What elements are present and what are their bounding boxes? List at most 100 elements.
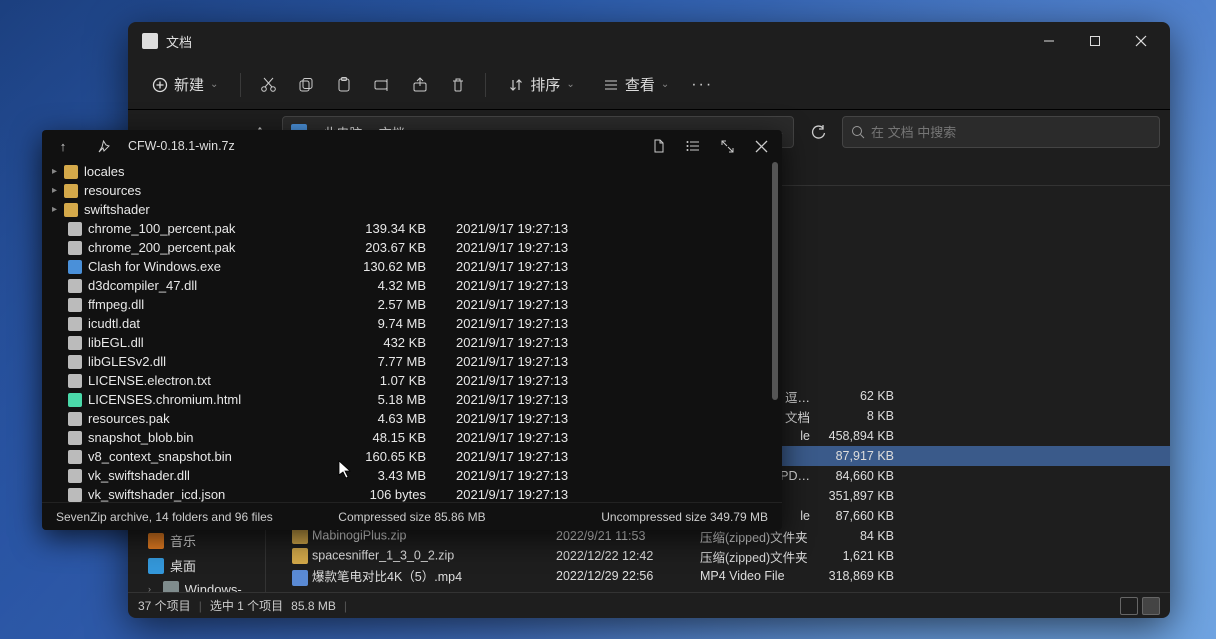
- folder-icon: [64, 203, 78, 217]
- titlebar[interactable]: 文档: [128, 22, 1170, 60]
- drive-icon: [163, 581, 179, 592]
- archive-file-row[interactable]: v8_context_snapshot.bin160.65 KB2021/9/1…: [42, 447, 782, 466]
- file-icon: [68, 260, 82, 274]
- maximize-button[interactable]: [1072, 22, 1118, 60]
- file-icon: [68, 222, 82, 236]
- file-icon: [652, 139, 666, 153]
- archive-file-row[interactable]: libGLESv2.dll7.77 MB2021/9/17 19:27:13: [42, 352, 782, 371]
- scrollbar-thumb[interactable]: [772, 162, 778, 400]
- search-icon: [851, 125, 865, 139]
- new-label: 新建: [174, 74, 204, 95]
- paste-button[interactable]: [327, 68, 361, 102]
- archive-file-row[interactable]: vk_swiftshader_icd.json106 bytes2021/9/1…: [42, 485, 782, 502]
- archive-file-row[interactable]: Clash for Windows.exe130.62 MB2021/9/17 …: [42, 257, 782, 276]
- scissors-icon: [260, 76, 277, 93]
- archive-file-row[interactable]: chrome_200_percent.pak203.67 KB2021/9/17…: [42, 238, 782, 257]
- share-button[interactable]: [403, 68, 437, 102]
- archive-footer: SevenZip archive, 14 folders and 96 file…: [42, 502, 782, 530]
- rename-button[interactable]: [365, 68, 399, 102]
- minimize-button[interactable]: [1026, 22, 1072, 60]
- refresh-icon: [811, 125, 826, 140]
- archive-file-row[interactable]: d3dcompiler_47.dll4.32 MB2021/9/17 19:27…: [42, 276, 782, 295]
- item-count: 37 个项目: [138, 597, 191, 614]
- close-button[interactable]: [746, 131, 776, 161]
- file-row[interactable]: 爆款笔电对比4K（5）.mp42022/12/29 22:56MP4 Video…: [266, 566, 1170, 586]
- fullscreen-button[interactable]: [712, 131, 742, 161]
- view-button[interactable]: 查看 ⌄: [591, 68, 681, 101]
- up-button[interactable]: ↑: [48, 131, 78, 161]
- refresh-button[interactable]: [802, 116, 834, 148]
- close-button[interactable]: [1118, 22, 1164, 60]
- nav-label: 音乐: [170, 531, 196, 550]
- new-file-button[interactable]: [644, 131, 674, 161]
- file-icon: [292, 548, 308, 564]
- documents-icon: [142, 33, 158, 49]
- expand-icon[interactable]: ▸: [52, 185, 64, 196]
- archive-file-row[interactable]: libEGL.dll432 KB2021/9/17 19:27:13: [42, 333, 782, 352]
- delete-button[interactable]: [441, 68, 475, 102]
- nav-music[interactable]: 音乐: [128, 528, 265, 553]
- separator: |: [344, 599, 347, 613]
- archive-file-row[interactable]: icudtl.dat9.74 MB2021/9/17 19:27:13: [42, 314, 782, 333]
- details-view-button[interactable]: [1120, 597, 1138, 615]
- separator: |: [199, 599, 202, 613]
- thumbnails-view-button[interactable]: [1142, 597, 1160, 615]
- search-box[interactable]: [842, 116, 1160, 148]
- status-bar: 37 个项目 | 选中 1 个项目 85.8 MB |: [128, 592, 1170, 618]
- archive-file-row[interactable]: vk_swiftshader.dll3.43 MB2021/9/17 19:27…: [42, 466, 782, 485]
- archive-folder-row[interactable]: ▸swiftshader: [42, 200, 782, 219]
- command-bar: 新建 ⌄ 排序 ⌄ 查看 ⌄ ···: [128, 60, 1170, 110]
- file-row[interactable]: spacesniffer_1_3_0_2.zip2022/12/22 12:42…: [266, 546, 1170, 566]
- archive-folder-row[interactable]: ▸locales: [42, 162, 782, 181]
- archive-summary: SevenZip archive, 14 folders and 96 file…: [56, 510, 293, 524]
- share-icon: [412, 77, 428, 93]
- archive-file-row[interactable]: snapshot_blob.bin48.15 KB2021/9/17 19:27…: [42, 428, 782, 447]
- archive-file-row[interactable]: resources.pak4.63 MB2021/9/17 19:27:13: [42, 409, 782, 428]
- file-icon: [68, 374, 82, 388]
- nav-label: Windows-SSD: [185, 582, 257, 593]
- archive-file-row[interactable]: LICENSE.electron.txt1.07 KB2021/9/17 19:…: [42, 371, 782, 390]
- list-button[interactable]: [678, 131, 708, 161]
- file-icon: [292, 528, 308, 544]
- search-input[interactable]: [871, 125, 1151, 140]
- sort-label: 排序: [530, 74, 560, 95]
- copy-icon: [298, 77, 314, 93]
- sort-button[interactable]: 排序 ⌄: [496, 68, 586, 101]
- rename-icon: [374, 77, 391, 93]
- archive-file-row[interactable]: LICENSES.chromium.html5.18 MB2021/9/17 1…: [42, 390, 782, 409]
- expand-icon[interactable]: ▸: [52, 204, 64, 215]
- close-icon: [755, 140, 768, 153]
- file-icon: [68, 431, 82, 445]
- cut-button[interactable]: [251, 68, 285, 102]
- separator: [485, 73, 486, 97]
- archive-title: CFW-0.18.1-win.7z: [128, 139, 235, 153]
- trash-icon: [450, 77, 466, 93]
- file-icon: [68, 469, 82, 483]
- file-icon: [68, 412, 82, 426]
- pin-button[interactable]: [88, 131, 118, 161]
- expand-icon[interactable]: ▸: [52, 166, 64, 177]
- archive-file-row[interactable]: chrome_100_percent.pak139.34 KB2021/9/17…: [42, 219, 782, 238]
- chevron-down-icon: ⌄: [661, 79, 669, 90]
- chevron-down-icon: ⌄: [210, 79, 218, 90]
- archive-titlebar[interactable]: ↑ CFW-0.18.1-win.7z: [42, 130, 782, 162]
- list-icon: [686, 139, 700, 153]
- more-button[interactable]: ···: [685, 68, 719, 102]
- scrollbar[interactable]: [770, 162, 780, 502]
- archive-preview-window: ↑ CFW-0.18.1-win.7z ▸locales▸resources▸s…: [42, 130, 782, 530]
- archive-folder-row[interactable]: ▸resources: [42, 181, 782, 200]
- file-icon: [68, 298, 82, 312]
- sort-icon: [508, 77, 524, 93]
- new-button[interactable]: 新建 ⌄: [140, 68, 230, 101]
- folder-icon: [64, 184, 78, 198]
- file-icon: [68, 336, 82, 350]
- nav-desktop[interactable]: 桌面: [128, 553, 265, 578]
- archive-file-list[interactable]: ▸locales▸resources▸swiftshader chrome_10…: [42, 162, 782, 502]
- file-icon: [292, 570, 308, 586]
- copy-button[interactable]: [289, 68, 323, 102]
- folder-icon: [64, 165, 78, 179]
- file-icon: [68, 317, 82, 331]
- nav-drive[interactable]: ›Windows-SSD: [128, 578, 265, 592]
- archive-file-row[interactable]: ffmpeg.dll2.57 MB2021/9/17 19:27:13: [42, 295, 782, 314]
- file-icon: [68, 355, 82, 369]
